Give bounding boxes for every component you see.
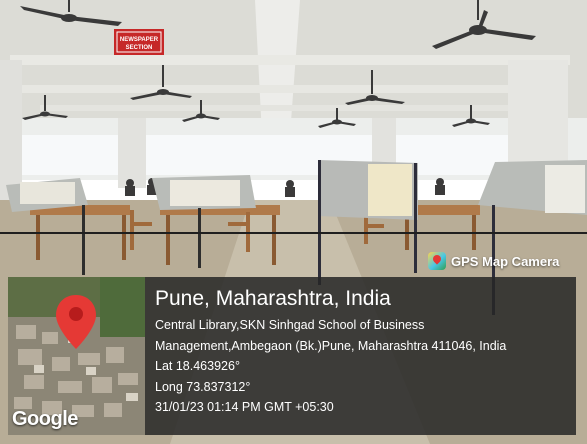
location-details: Pune, Maharashtra, India Central Library…	[145, 277, 576, 435]
svg-text:SECTION: SECTION	[126, 45, 153, 51]
location-stamp: Google Pune, Maharashtra, India Central …	[8, 277, 576, 435]
svg-text:NEWSPAPER: NEWSPAPER	[120, 37, 159, 43]
timestamp: 31/01/23 01:14 PM GMT +05:30	[155, 400, 334, 414]
window-row	[20, 135, 565, 175]
gps-map-camera-icon	[428, 252, 446, 270]
pillar	[118, 118, 146, 188]
longitude: Long 73.837312°	[155, 379, 251, 394]
ceiling-panel	[10, 55, 570, 65]
place-name: Pune, Maharashtra, India	[155, 287, 391, 310]
address-line-1: Central Library,SKN Sinhgad School of Bu…	[155, 318, 425, 332]
address-line-2: Management,Ambegaon (Bk.)Pune, Maharasht…	[155, 338, 507, 353]
ceiling-panel	[20, 85, 560, 93]
wall-rail	[0, 232, 587, 234]
gps-map-camera-badge: GPS Map Camera	[428, 252, 559, 270]
latitude: Lat 18.463926°	[155, 359, 240, 373]
ceiling-panel	[40, 105, 540, 111]
google-logo: Google	[12, 408, 78, 430]
newspaper-section-sign: NEWSPAPER SECTION	[114, 29, 164, 55]
satellite-map-thumbnail: Google	[8, 277, 145, 435]
app-name: GPS Map Camera	[451, 253, 560, 269]
